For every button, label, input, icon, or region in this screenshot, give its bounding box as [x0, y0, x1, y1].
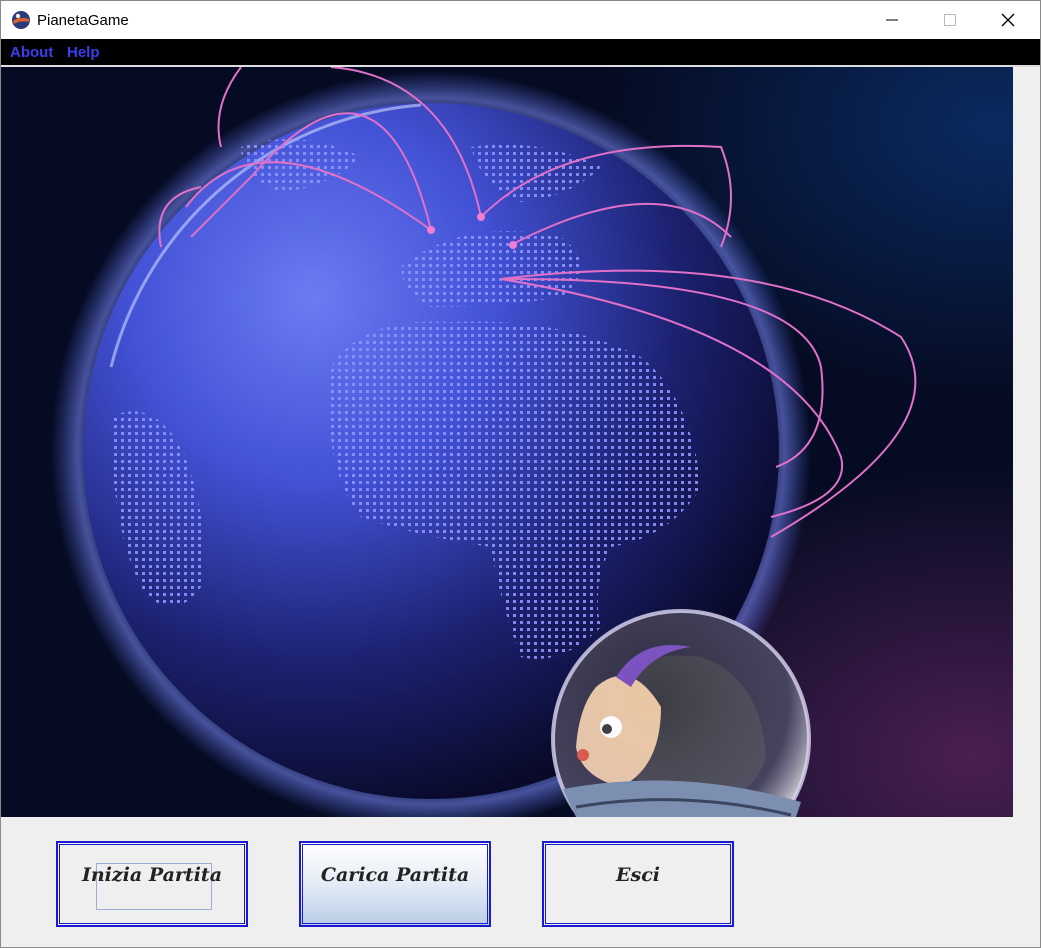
menu-help[interactable]: Help	[67, 44, 100, 61]
planet-app-icon	[12, 11, 30, 29]
menu-about[interactable]: About	[10, 44, 53, 61]
menu-bar: About Help	[1, 39, 1040, 65]
new-game-button[interactable]: Inizia Partita	[56, 841, 248, 927]
window-title: PianetaGame	[37, 12, 129, 29]
close-icon	[1001, 13, 1015, 27]
earth-background-image	[1, 67, 1013, 817]
app-window: PianetaGame About Help Inizia Partita Ca…	[0, 0, 1041, 948]
exit-label: Esci	[616, 864, 660, 886]
maximize-button[interactable]	[921, 1, 979, 39]
maximize-icon	[944, 14, 956, 26]
focus-indicator	[96, 863, 212, 910]
load-game-button[interactable]: Carica Partita	[299, 841, 491, 927]
new-game-label: Inizia Partita	[81, 864, 223, 886]
load-game-label: Carica Partita	[320, 864, 470, 886]
button-panel: Inizia Partita Carica Partita Esci	[1, 817, 1040, 947]
close-button[interactable]	[979, 1, 1037, 39]
title-bar: PianetaGame	[1, 1, 1040, 39]
minimize-icon	[886, 19, 898, 21]
exit-button[interactable]: Esci	[542, 841, 734, 927]
minimize-button[interactable]	[863, 1, 921, 39]
